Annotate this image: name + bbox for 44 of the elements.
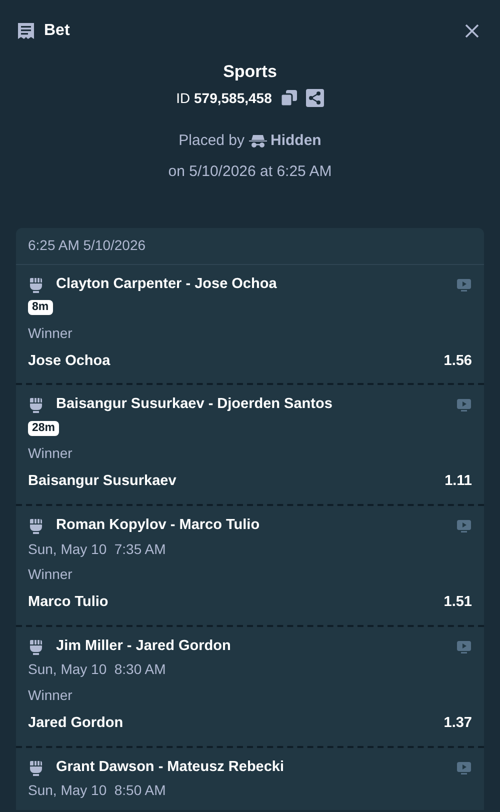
- selection-name: Marco Tulio: [28, 593, 108, 612]
- match-title[interactable]: Baisangur Susurkaev - Djoerden Santos: [56, 394, 332, 416]
- tv-play-icon[interactable]: [456, 397, 472, 414]
- match-title[interactable]: Clayton Carpenter - Jose Ochoa: [56, 274, 277, 296]
- market-name: Winner: [28, 566, 72, 582]
- odds-value: 1.37: [444, 714, 472, 733]
- live-time-badge: 8m: [28, 300, 53, 315]
- match-time: Sun, May 10 8:30 AM: [28, 660, 166, 680]
- selection-name: Jared Gordon: [28, 714, 124, 733]
- odds-value: 1.51: [444, 593, 472, 612]
- copy-icon[interactable]: [280, 89, 298, 107]
- match-time: Sun, May 10 8:50 AM: [28, 781, 166, 800]
- placed-date: on 5/10/2026 at 6:25 AM: [168, 162, 332, 182]
- placed-by-user: Hidden: [270, 130, 322, 150]
- fist-icon: [28, 517, 44, 535]
- selection-name: Baisangur Susurkaev: [28, 472, 176, 492]
- placed-by-label: Placed by: [178, 130, 245, 150]
- receipt-icon: [16, 21, 36, 41]
- incognito-icon: [248, 134, 267, 148]
- fist-icon: [28, 396, 44, 414]
- tv-play-icon[interactable]: [456, 518, 472, 534]
- match-title[interactable]: Roman Kopylov - Marco Tulio: [56, 515, 260, 537]
- odds-value: 1.11: [444, 472, 472, 492]
- fist-icon: [28, 638, 44, 656]
- live-time-badge: 28m: [28, 420, 60, 436]
- modal-title: Bet: [44, 21, 70, 41]
- share-icon[interactable]: [306, 89, 324, 107]
- tv-play-icon[interactable]: [456, 760, 472, 776]
- match-title[interactable]: Jim Miller - Jared Gordon: [56, 636, 231, 658]
- match-title[interactable]: Grant Dawson - Mateusz Rebecki: [56, 756, 284, 778]
- market-name: Winner: [28, 686, 72, 703]
- match-time: Sun, May 10 7:35 AM: [28, 540, 166, 559]
- selection-name: Jose Ochoa: [28, 352, 110, 370]
- tv-play-icon[interactable]: [456, 638, 472, 655]
- bet-category: Sports: [223, 61, 277, 83]
- tv-play-icon[interactable]: [456, 276, 472, 292]
- market-name: Winner: [28, 324, 72, 340]
- fist-icon: [28, 758, 44, 776]
- market-name: Winner: [28, 445, 72, 462]
- bet-id: ID 579,585,458: [176, 88, 272, 108]
- bet-timestamp: 6:25 AM 5/10/2026: [28, 236, 146, 255]
- odds-value: 1.56: [444, 352, 472, 370]
- fist-icon: [28, 276, 44, 294]
- close-icon[interactable]: [464, 23, 480, 39]
